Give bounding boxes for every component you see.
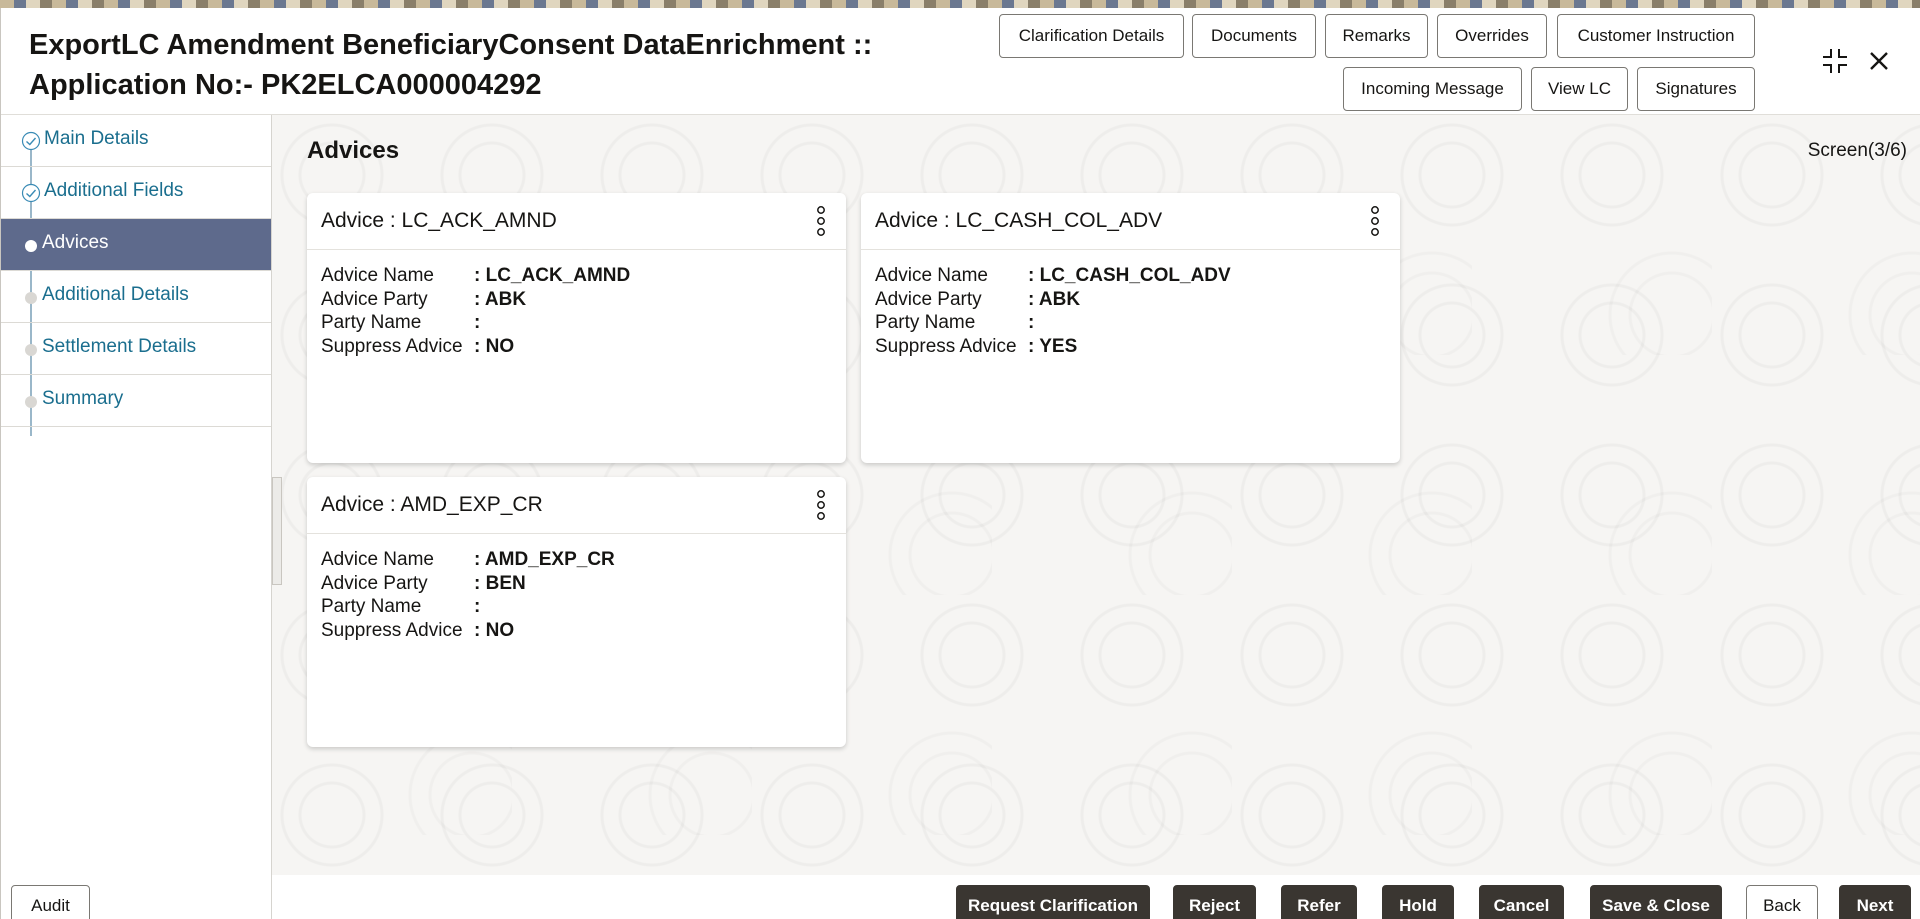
step-dot-icon bbox=[25, 344, 37, 356]
customer-instruction-button[interactable]: Customer Instruction bbox=[1557, 14, 1755, 58]
field-row: Advice Name : LC_CASH_COL_ADV bbox=[875, 265, 1375, 289]
request-clarification-button[interactable]: Request Clarification bbox=[956, 885, 1150, 919]
field-row: Suppress Advice : NO bbox=[321, 336, 821, 360]
field-label: Advice Party bbox=[321, 573, 428, 594]
field-row: Advice Name : LC_ACK_AMND bbox=[321, 265, 821, 289]
field-row: Advice Party : ABK bbox=[875, 289, 1375, 313]
nav-item-additional-fields[interactable]: Additional Fields bbox=[1, 167, 271, 219]
field-value: : ABK bbox=[1028, 289, 1081, 310]
kebab-menu-icon[interactable] bbox=[1368, 205, 1382, 237]
field-label: Suppress Advice bbox=[321, 336, 463, 357]
nav-item-advices[interactable]: Advices bbox=[1, 219, 271, 271]
kebab-menu-icon[interactable] bbox=[814, 489, 828, 521]
step-navigation: Main Details Additional Fields Advices A… bbox=[1, 115, 272, 919]
page-title: ExportLC Amendment BeneficiaryConsent Da… bbox=[29, 25, 929, 105]
save-close-button[interactable]: Save & Close bbox=[1590, 885, 1722, 919]
field-value: : ABK bbox=[474, 289, 527, 310]
field-label: Advice Party bbox=[321, 289, 428, 310]
title-line-1: ExportLC Amendment BeneficiaryConsent Da… bbox=[29, 29, 873, 61]
main-content: Advices Screen(3/6) Advice : LC_ACK_AMND… bbox=[272, 115, 1920, 875]
field-value: : bbox=[474, 312, 481, 333]
section-title: Advices bbox=[307, 137, 400, 164]
field-label: Advice Name bbox=[321, 549, 434, 570]
card-title: Advice : LC_CASH_COL_ADV bbox=[875, 209, 1163, 232]
nav-item-additional-details[interactable]: Additional Details bbox=[1, 271, 271, 323]
next-button[interactable]: Next bbox=[1839, 885, 1911, 919]
clarification-details-button[interactable]: Clarification Details bbox=[999, 14, 1184, 58]
card-title: Advice : AMD_EXP_CR bbox=[321, 493, 543, 516]
field-label: Advice Name bbox=[875, 265, 988, 286]
advice-card: Advice : LC_CASH_COL_ADV Advice Name : LC… bbox=[861, 193, 1400, 463]
background-strip bbox=[0, 0, 1920, 8]
card-header: Advice : LC_ACK_AMND bbox=[307, 193, 846, 250]
field-value: : bbox=[1028, 312, 1035, 333]
step-dot-icon bbox=[25, 240, 37, 252]
remarks-button[interactable]: Remarks bbox=[1325, 14, 1428, 58]
field-row: Party Name: bbox=[875, 312, 1375, 336]
reject-button[interactable]: Reject bbox=[1173, 885, 1256, 919]
field-value: : LC_CASH_COL_ADV bbox=[1028, 265, 1231, 286]
back-button[interactable]: Back bbox=[1746, 885, 1818, 919]
title-line-2: Application No:- PK2ELCA000004292 bbox=[29, 69, 542, 101]
signatures-button[interactable]: Signatures bbox=[1637, 67, 1755, 111]
field-row: Advice Name : AMD_EXP_CR bbox=[321, 549, 821, 573]
nav-label: Advices bbox=[42, 232, 109, 253]
card-header: Advice : AMD_EXP_CR bbox=[307, 477, 846, 534]
documents-button[interactable]: Documents bbox=[1192, 14, 1316, 58]
scrollbar[interactable] bbox=[272, 477, 282, 585]
kebab-menu-icon[interactable] bbox=[814, 205, 828, 237]
field-row: Advice Party : BEN bbox=[321, 573, 821, 597]
minimize-icon[interactable] bbox=[1818, 44, 1852, 78]
hold-button[interactable]: Hold bbox=[1382, 885, 1454, 919]
field-value: : BEN bbox=[474, 573, 526, 594]
field-value: : NO bbox=[474, 336, 515, 357]
nav-label: Summary bbox=[42, 388, 124, 409]
field-label: Suppress Advice bbox=[875, 336, 1017, 357]
field-label: Suppress Advice bbox=[321, 620, 463, 641]
cancel-button[interactable]: Cancel bbox=[1479, 885, 1564, 919]
page-header: ExportLC Amendment BeneficiaryConsent Da… bbox=[1, 8, 1920, 115]
advice-card: Advice : AMD_EXP_CR Advice Name : AMD_EXP… bbox=[307, 477, 846, 747]
nav-item-summary[interactable]: Summary bbox=[1, 375, 271, 427]
field-value: : NO bbox=[474, 620, 515, 641]
advice-card: Advice : LC_ACK_AMND Advice Name : LC_ACK… bbox=[307, 193, 846, 463]
field-label: Advice Name bbox=[321, 265, 434, 286]
close-icon[interactable] bbox=[1862, 44, 1896, 78]
audit-button[interactable]: Audit bbox=[11, 885, 90, 919]
nav-label: Settlement Details bbox=[42, 336, 197, 357]
step-dot-icon bbox=[25, 292, 37, 304]
field-value: : LC_ACK_AMND bbox=[474, 265, 631, 286]
nav-label: Additional Details bbox=[42, 284, 189, 305]
field-row: Suppress Advice : YES bbox=[875, 336, 1375, 360]
field-row: Advice Party : ABK bbox=[321, 289, 821, 313]
card-header: Advice : LC_CASH_COL_ADV bbox=[861, 193, 1400, 250]
screen-indicator: Screen(3/6) bbox=[1807, 140, 1907, 161]
app-window: ExportLC Amendment BeneficiaryConsent Da… bbox=[0, 8, 1920, 919]
field-label: Party Name bbox=[321, 596, 422, 617]
check-circle-icon bbox=[21, 131, 41, 151]
action-footer: Audit Request Clarification Reject Refer… bbox=[1, 875, 1920, 919]
overrides-button[interactable]: Overrides bbox=[1437, 14, 1547, 58]
nav-label: Main Details bbox=[44, 128, 149, 149]
field-row: Party Name: bbox=[321, 596, 821, 620]
card-title: Advice : LC_ACK_AMND bbox=[321, 209, 557, 232]
nav-item-main-details[interactable]: Main Details bbox=[1, 115, 271, 167]
field-value: : AMD_EXP_CR bbox=[474, 549, 615, 570]
view-lc-button[interactable]: View LC bbox=[1531, 67, 1628, 111]
incoming-message-button[interactable]: Incoming Message bbox=[1343, 67, 1522, 111]
field-label: Party Name bbox=[321, 312, 422, 333]
field-value: : bbox=[474, 596, 481, 617]
check-circle-icon bbox=[21, 183, 41, 203]
field-row: Suppress Advice : NO bbox=[321, 620, 821, 644]
refer-button[interactable]: Refer bbox=[1281, 885, 1357, 919]
field-value: : YES bbox=[1028, 336, 1078, 357]
step-dot-icon bbox=[25, 396, 37, 408]
nav-label: Additional Fields bbox=[44, 180, 184, 201]
field-row: Party Name: bbox=[321, 312, 821, 336]
field-label: Advice Party bbox=[875, 289, 982, 310]
field-label: Party Name bbox=[875, 312, 976, 333]
nav-item-settlement-details[interactable]: Settlement Details bbox=[1, 323, 271, 375]
